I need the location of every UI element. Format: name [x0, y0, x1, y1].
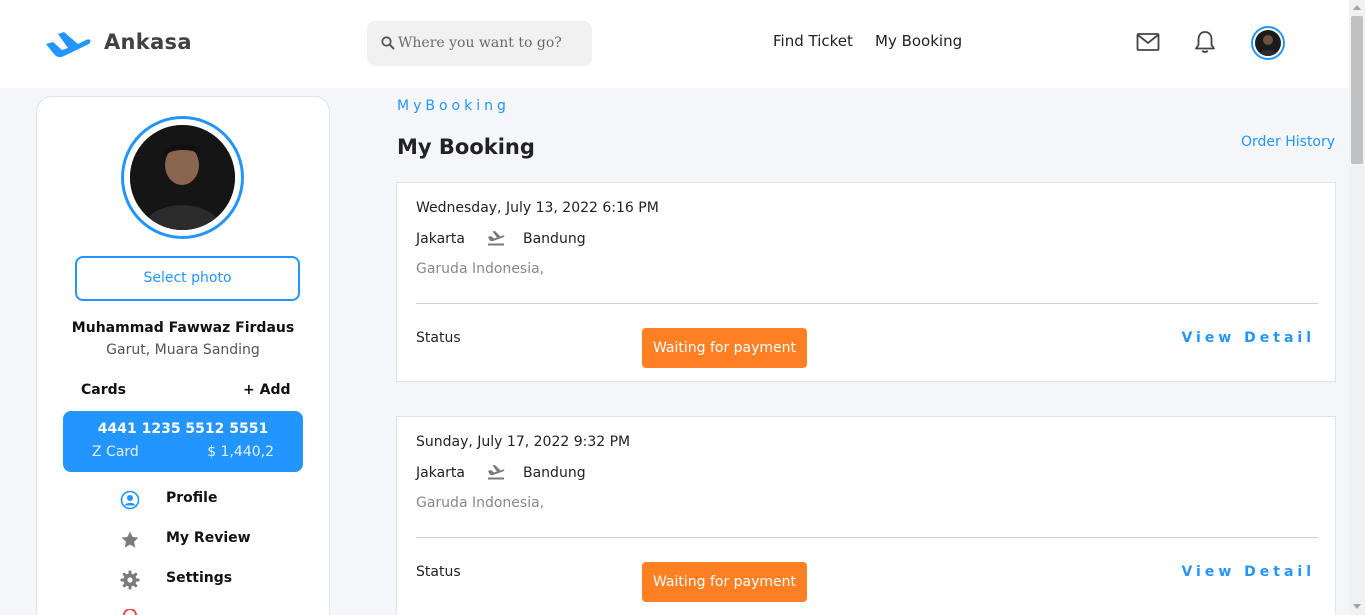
page-title: My Booking — [397, 135, 535, 159]
card-type: Z Card — [92, 444, 139, 460]
view-detail-link[interactable]: View Detail — [1181, 330, 1315, 346]
booking-origin: Jakarta — [416, 231, 465, 247]
add-card-button[interactable]: + Add — [243, 382, 290, 398]
cards-label: Cards — [81, 382, 126, 398]
plane-logo-icon[interactable] — [44, 26, 92, 60]
divider — [416, 303, 1318, 304]
user-circle-icon — [120, 490, 140, 510]
logout-icon[interactable] — [120, 609, 140, 615]
card-number: 4441 1235 5512 5551 — [97, 421, 269, 437]
nav-find-ticket[interactable]: Find Ticket — [773, 32, 853, 50]
search-icon — [381, 36, 395, 50]
booking-card: Wednesday, July 13, 2022 6:16 PM Jakarta… — [396, 182, 1336, 382]
booking-airline: Garuda Indonesia, — [416, 495, 545, 511]
profile-avatar — [121, 116, 244, 239]
status-label: Status — [416, 564, 461, 580]
mail-icon[interactable] — [1136, 32, 1160, 52]
booking-destination: Bandung — [523, 465, 586, 481]
sidebar-item-label: Profile — [166, 490, 218, 506]
gear-icon — [120, 570, 140, 590]
order-history-link[interactable]: Order History — [1241, 134, 1335, 150]
booking-card: Sunday, July 17, 2022 9:32 PM Jakarta Ba… — [396, 416, 1336, 615]
sidebar-item-label: Settings — [166, 570, 233, 586]
top-header: Ankasa Where you want to go? Find Ticket… — [0, 0, 1349, 88]
select-photo-button[interactable]: Select photo — [75, 256, 300, 301]
view-detail-link[interactable]: View Detail — [1181, 564, 1315, 580]
status-badge[interactable]: Waiting for payment — [642, 328, 807, 368]
bell-icon[interactable] — [1193, 29, 1217, 55]
payment-card[interactable]: 4441 1235 5512 5551 Z Card $ 1,440,2 — [63, 411, 303, 472]
search-placeholder: Where you want to go? — [398, 35, 562, 51]
brand-name[interactable]: Ankasa — [104, 30, 192, 54]
breadcrumb: MyBooking — [397, 98, 510, 114]
plane-icon — [488, 231, 505, 246]
booking-destination: Bandung — [523, 231, 586, 247]
avatar-photo — [1255, 30, 1281, 56]
scroll-up-arrow[interactable] — [1353, 5, 1361, 10]
sidebar-item-label: My Review — [166, 530, 251, 546]
card-balance: $ 1,440,2 — [207, 444, 274, 460]
status-badge[interactable]: Waiting for payment — [642, 562, 807, 602]
booking-date: Sunday, July 17, 2022 9:32 PM — [416, 434, 631, 450]
user-name: Muhammad Fawwaz Firdaus — [71, 320, 295, 336]
nav-my-booking[interactable]: My Booking — [875, 32, 962, 50]
star-icon — [121, 531, 139, 548]
status-label: Status — [416, 330, 461, 346]
profile-photo — [130, 125, 235, 230]
booking-date: Wednesday, July 13, 2022 6:16 PM — [416, 200, 659, 216]
booking-origin: Jakarta — [416, 465, 465, 481]
user-location: Garut, Muara Sanding — [106, 342, 260, 358]
plane-icon — [488, 465, 505, 480]
header-avatar[interactable] — [1251, 26, 1285, 60]
divider — [416, 537, 1318, 538]
scroll-down-arrow[interactable] — [1353, 604, 1361, 609]
scroll-thumb[interactable] — [1351, 16, 1363, 164]
booking-airline: Garuda Indonesia, — [416, 261, 545, 277]
search-input[interactable]: Where you want to go? — [367, 21, 592, 66]
